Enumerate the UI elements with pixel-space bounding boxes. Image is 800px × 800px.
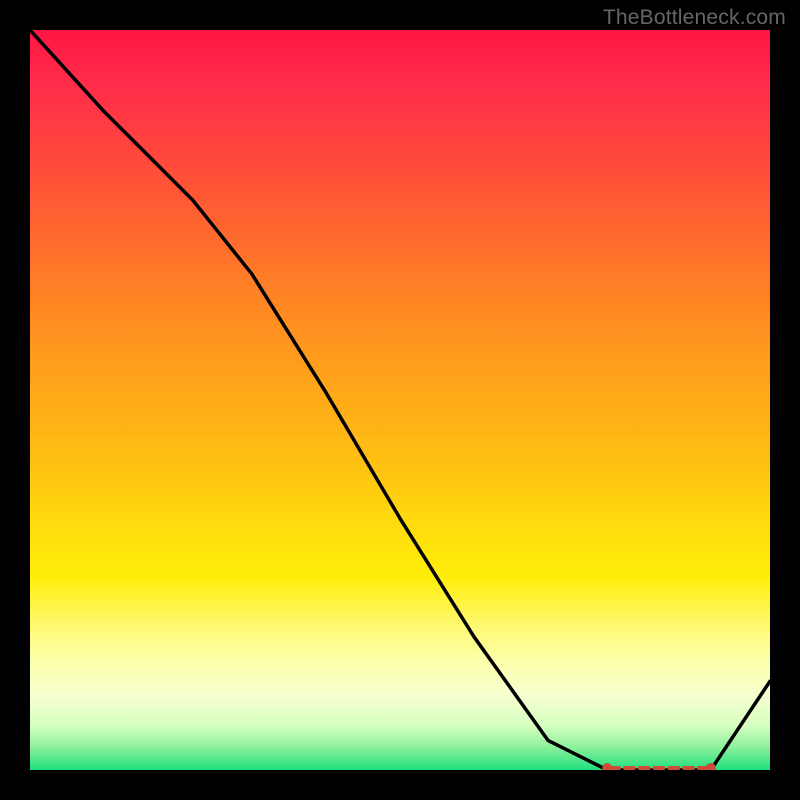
attribution-text: TheBottleneck.com — [603, 6, 786, 30]
chart-container: TheBottleneck.com — [0, 0, 800, 800]
plot-gradient-background — [30, 30, 770, 770]
